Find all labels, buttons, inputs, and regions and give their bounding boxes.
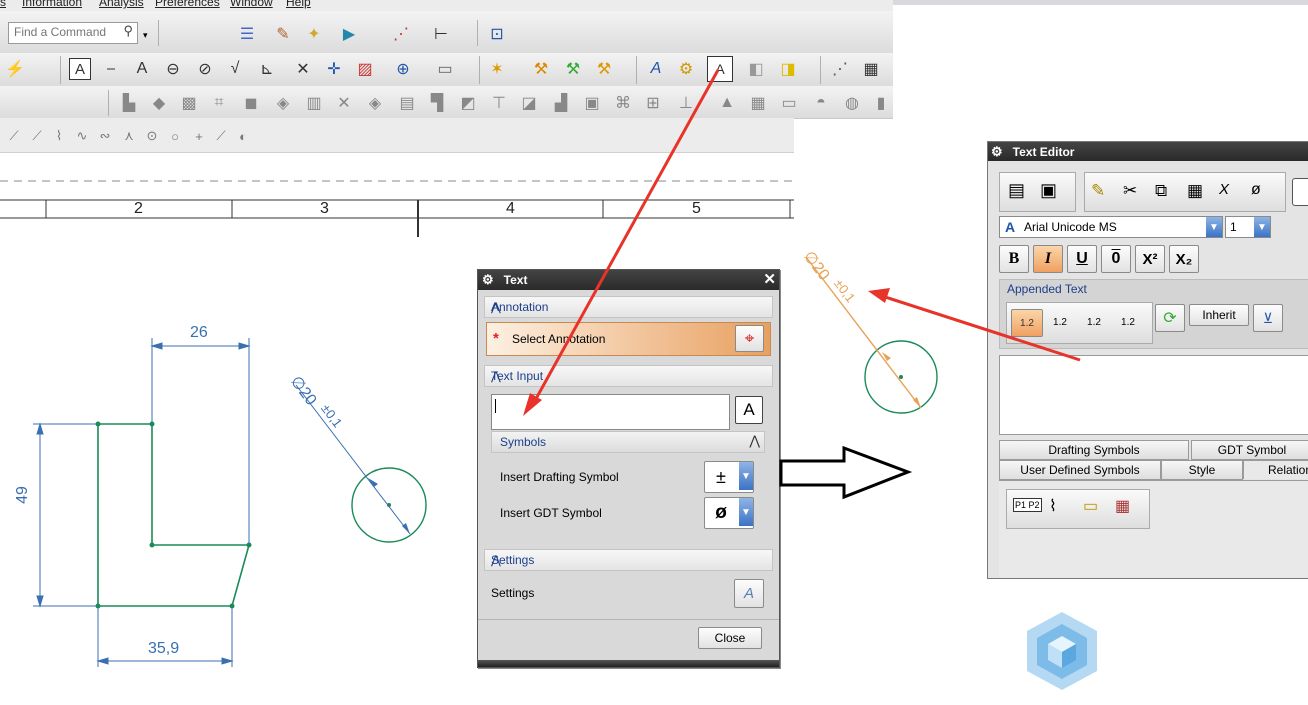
callout-arrows: [523, 69, 1081, 416]
watermark-logo: [1027, 612, 1097, 690]
